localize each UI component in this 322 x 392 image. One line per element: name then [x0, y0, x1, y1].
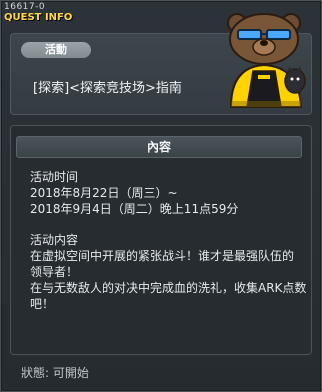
content-body: 活动时间 2018年8月22日（周三）~ 2018年9月4日（周二）晚上11点5… [30, 169, 307, 312]
quest-status: 狀態: 可開始 [21, 366, 89, 380]
content-line: 在虚拟空间中开展的紧张战斗！谁才是最强队伍的 [30, 249, 295, 263]
quest-info-window: 16617-0 QUEST INFO 活動 [探索]<探索竞技场>指南 內容 活… [0, 0, 322, 392]
content-line: 领导者！ [30, 265, 79, 279]
quest-id: 16617-0 [4, 2, 46, 12]
content-line: 在与无数敌人的对决中完成血的洗礼，收集ARK点数 [30, 281, 307, 295]
window-title: QUEST INFO [4, 12, 73, 23]
content-line: 活动时间 [30, 170, 79, 184]
bear-mascot-icon [227, 13, 306, 108]
content-line: 活动内容 [30, 233, 79, 247]
content-line: 2018年8月22日（周三）~ [30, 186, 178, 200]
content-section-header: 內容 [16, 136, 302, 158]
guide-title: [探索]<探索竞技场>指南 [33, 81, 182, 96]
category-badge: 活動 [21, 42, 91, 58]
content-line: 2018年9月4日（周二）晚上11点59分 [30, 202, 239, 216]
content-line: 吧！ [30, 297, 55, 311]
content-panel: 內容 活动时间 2018年8月22日（周三）~ 2018年9月4日（周二）晚上1… [10, 125, 312, 355]
